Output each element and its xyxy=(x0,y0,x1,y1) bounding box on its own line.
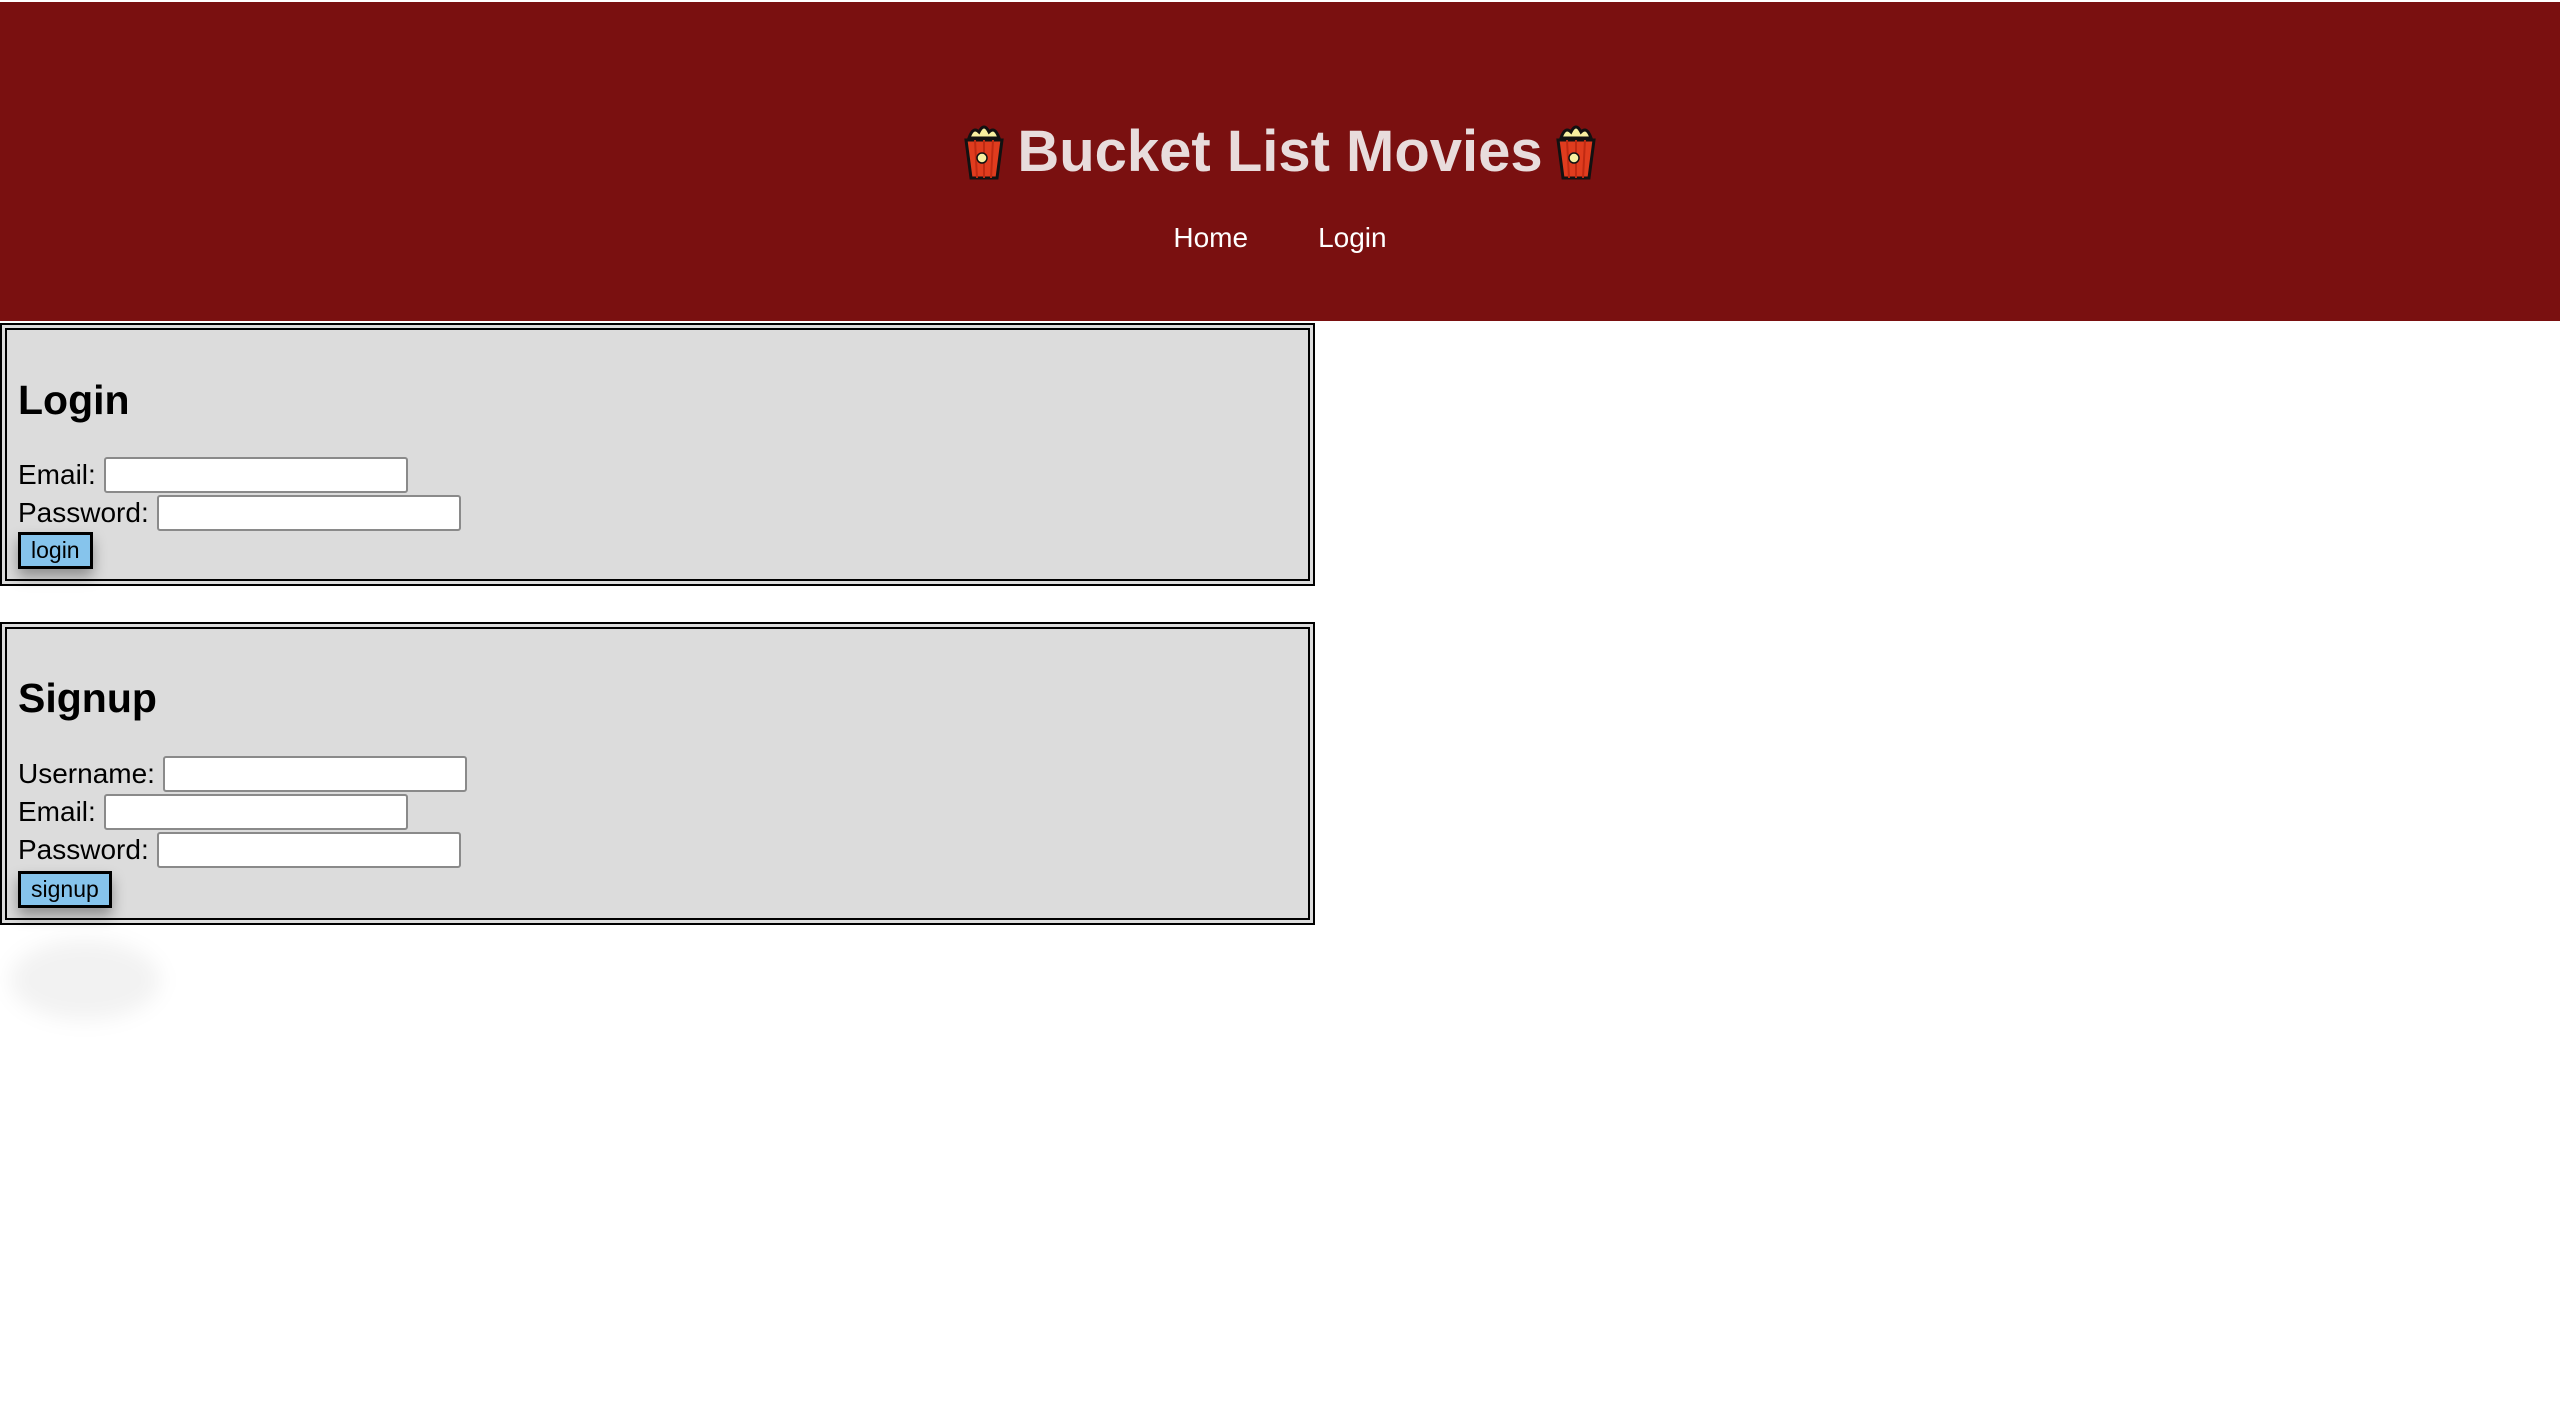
login-panel: Login Email: Password: login xyxy=(0,323,1315,586)
site-title: Bucket List Movies xyxy=(1017,119,1543,184)
signup-username-label: Username: xyxy=(18,758,155,789)
signup-email-row: Email: xyxy=(18,793,408,831)
popcorn-icon xyxy=(1555,125,1596,180)
site-header: Bucket List Movies Home Login xyxy=(0,2,2560,321)
signup-username-input[interactable] xyxy=(162,756,467,792)
signup-password-input[interactable] xyxy=(156,832,461,868)
login-email-label: Email: xyxy=(18,459,96,490)
signup-password-row: Password: xyxy=(18,831,461,869)
drop-shadow xyxy=(10,940,160,1020)
login-password-input[interactable] xyxy=(156,495,461,531)
login-password-label: Password: xyxy=(18,497,149,528)
signup-username-row: Username: xyxy=(18,755,467,793)
signup-email-input[interactable] xyxy=(103,794,408,830)
signup-panel: Signup Username: Email: Password: signup xyxy=(0,622,1315,925)
login-password-row: Password: xyxy=(18,494,461,532)
login-email-input[interactable] xyxy=(103,457,408,493)
login-email-row: Email: xyxy=(18,456,408,494)
login-heading: Login xyxy=(18,377,130,423)
login-button[interactable]: login xyxy=(18,532,93,569)
nav-home-link[interactable]: Home xyxy=(1173,220,1248,256)
signup-password-label: Password: xyxy=(18,834,149,865)
main-nav: Home Login xyxy=(0,220,2560,256)
nav-login-link[interactable]: Login xyxy=(1318,220,1387,256)
signup-heading: Signup xyxy=(18,675,157,721)
signup-email-label: Email: xyxy=(18,796,96,827)
title-row: Bucket List Movies xyxy=(0,114,2560,190)
signup-button[interactable]: signup xyxy=(18,871,112,908)
popcorn-icon xyxy=(964,125,1005,180)
